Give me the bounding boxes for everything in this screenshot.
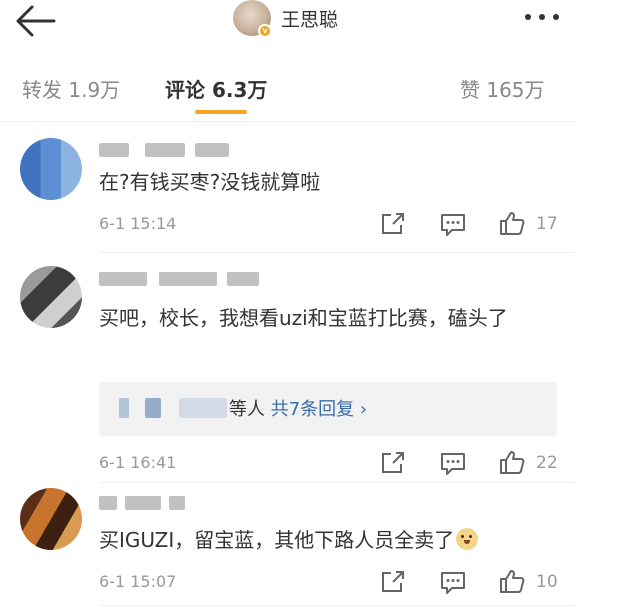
reply-summary[interactable]: 等人 共7条回复 › — [99, 382, 557, 436]
back-arrow-icon[interactable] — [14, 3, 62, 39]
comment-text: 买IGUZI，留宝蓝，其他下路人员全卖了 — [99, 524, 559, 556]
reply-summary-text: 等人 共7条回复 › — [229, 395, 367, 421]
avatar[interactable] — [20, 266, 82, 328]
comment-time: 6-1 15:07 — [99, 572, 177, 591]
avatar[interactable] — [20, 488, 82, 550]
comment-icon[interactable] — [439, 450, 467, 476]
divider — [99, 482, 575, 483]
share-icon[interactable] — [379, 211, 407, 237]
comment-time: 6-1 16:41 — [99, 453, 177, 472]
thumbs-up-icon[interactable] — [498, 449, 526, 475]
doge-emoji — [456, 528, 479, 550]
comment-text: 在?有钱买枣?没钱就算啦 — [99, 170, 321, 194]
comment-page: v 王思聪 转发 1.9万 评论 6.3万 赞 165万 在?有钱买枣?没钱就算… — [0, 0, 575, 615]
commenter-name-blurred[interactable] — [99, 496, 199, 510]
commenter-name-blurred[interactable] — [99, 272, 269, 286]
profile-name[interactable]: 王思聪 — [281, 5, 338, 32]
reply-names-blurred — [179, 398, 227, 418]
like-count: 10 — [536, 572, 558, 592]
comment-text-content: 买IGUZI，留宝蓝，其他下路人员全卖了 — [99, 528, 455, 552]
view-replies-link[interactable]: 共7条回复 › — [271, 399, 367, 420]
comment-time: 6-1 15:14 — [99, 214, 177, 233]
comment-icon[interactable] — [439, 569, 467, 595]
verified-badge: v — [258, 24, 272, 38]
top-bar: v 王思聪 — [0, 0, 575, 50]
share-icon[interactable] — [379, 569, 407, 595]
active-tab-indicator — [195, 110, 247, 114]
comment-icon[interactable] — [439, 211, 467, 237]
commenter-name-blurred[interactable] — [99, 143, 239, 157]
like-count: 22 — [536, 453, 558, 473]
share-icon[interactable] — [379, 450, 407, 476]
like-count: 17 — [536, 214, 558, 234]
avatar[interactable] — [20, 138, 82, 200]
comment-text: 买吧，校长，我想看uzi和宝蓝打比赛，磕头了 — [99, 306, 508, 330]
thumbs-up-icon[interactable] — [498, 210, 526, 236]
thumbs-up-icon[interactable] — [498, 568, 526, 594]
tab-comment[interactable]: 评论 6.3万 — [165, 74, 267, 103]
reply-names-blurred — [145, 398, 161, 418]
more-dots-icon[interactable] — [522, 4, 562, 28]
tab-bar: 转发 1.9万 评论 6.3万 赞 165万 — [0, 50, 575, 122]
reply-suffix: 等人 — [229, 399, 265, 420]
tab-repost[interactable]: 转发 1.9万 — [22, 74, 120, 103]
tab-like[interactable]: 赞 165万 — [460, 74, 545, 103]
divider — [99, 252, 575, 253]
divider — [99, 605, 575, 606]
reply-names-blurred — [119, 398, 129, 418]
